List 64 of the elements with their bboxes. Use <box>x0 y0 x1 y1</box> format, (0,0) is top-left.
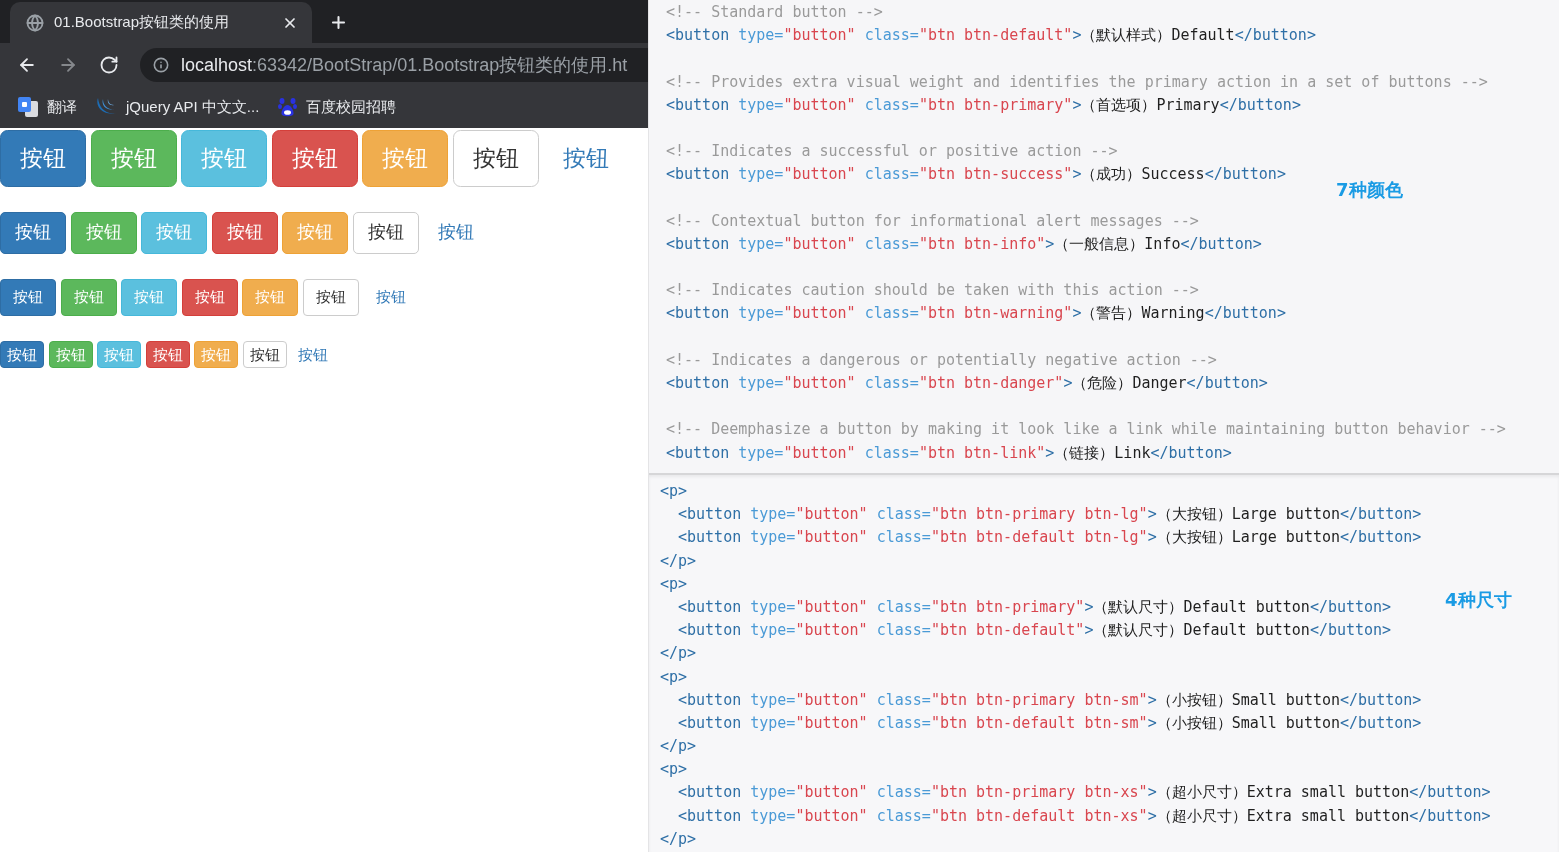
code-line: <button type="button" class="btn btn-primary">（首选项）Primary</button> <box>666 94 1301 116</box>
default-button[interactable]: 按钮 <box>352 212 419 254</box>
code-line: </p> <box>660 643 697 665</box>
success-button[interactable]: 按钮 <box>48 341 93 369</box>
code-line: <!-- Provides extra visual weight and identifies the primary action in a set of buttons --> <box>666 71 1488 93</box>
code-line: <p> <box>660 666 688 688</box>
code-line: <button type="button" class="btn btn-default btn-sm">（小按钮）Small button</button> <box>678 712 1422 734</box>
success-button[interactable]: 按钮 <box>90 130 177 187</box>
url-text: localhost:63342/BootStrap/01.Bootstrap按钮类的使用.ht <box>181 53 628 77</box>
link-button[interactable]: 按钮 <box>291 341 335 369</box>
code-line: <!-- Deemphasize a button by making it look like a link while maintaining button behavior --> <box>666 419 1506 441</box>
primary-button[interactable]: 按钮 <box>0 212 66 254</box>
code-line: <button type="button" class="btn btn-default btn-lg">（大按钮）Large button</button> <box>678 527 1422 549</box>
annotation-text: 7种颜色 <box>1336 179 1403 201</box>
default-button[interactable]: 按钮 <box>452 130 539 187</box>
code-line: <button type="button" class="btn btn-default">（默认样式）Default</button> <box>666 25 1316 47</box>
danger-button[interactable]: 按钮 <box>211 212 278 254</box>
paw-icon <box>278 97 298 117</box>
code-line: <button type="button" class="btn btn-primary btn-lg">（大按钮）Large button</button> <box>678 504 1422 526</box>
code-line: </p> <box>660 736 697 758</box>
primary-button[interactable]: 按钮 <box>0 341 44 369</box>
primary-button[interactable]: 按钮 <box>0 130 86 187</box>
code-line: <button type="button" class="btn btn-danger">（危险）Danger</button> <box>666 373 1268 394</box>
code-line: <p> <box>660 481 688 502</box>
code-line: </p> <box>660 828 697 850</box>
globe-icon <box>26 13 44 32</box>
link-button[interactable]: 按钮 <box>543 130 629 187</box>
code-line: <button type="button" class="btn btn-warning">（警告）Warning</button> <box>666 303 1286 325</box>
browser-tab[interactable]: 01.Bootstrap按钮类的使用 <box>10 2 312 43</box>
code-line: <!-- Indicates caution should be taken with this action --> <box>666 280 1199 302</box>
success-button[interactable]: 按钮 <box>60 278 117 317</box>
cards-icon <box>18 97 38 117</box>
code-line: </p> <box>660 550 697 572</box>
bookmark-item[interactable]: 翻译 <box>18 92 77 122</box>
code-line: <button type="button" class="btn btn-primary btn-sm">（小按钮）Small button</button> <box>678 689 1422 711</box>
code-line: <!-- Indicates a successful or positive action --> <box>666 141 1118 163</box>
success-button[interactable]: 按钮 <box>70 212 137 254</box>
link-button[interactable]: 按钮 <box>423 212 489 254</box>
default-button[interactable]: 按钮 <box>242 341 287 369</box>
code-line: <button type="button" class="btn btn-default btn-xs">（超小尺寸）Extra small button</button> <box>678 805 1491 827</box>
address-bar[interactable]: localhost:63342/BootStrap/01.Bootstrap按钮类的使用.ht <box>140 47 648 82</box>
link-button[interactable]: 按钮 <box>363 278 419 317</box>
bookmark-item[interactable]: 百度校园招聘 <box>278 92 397 122</box>
danger-button[interactable]: 按钮 <box>271 130 358 187</box>
code-line: <!-- Indicates a dangerous or potentially negative action --> <box>666 349 1217 371</box>
primary-button[interactable]: 按钮 <box>0 278 56 317</box>
code-line: <button type="button" class="btn btn-default">（默认尺寸）Default button</button> <box>678 620 1392 642</box>
code-line: <button type="button" class="btn btn-info">（一般信息）Info</button> <box>666 233 1262 255</box>
code-line: <button type="button" class="btn btn-link">（链接）Link</button> <box>666 442 1232 464</box>
code-line: <button type="button" class="btn btn-primary btn-xs">（超小尺寸）Extra small button</button> <box>678 782 1491 804</box>
annotation-text: 4种尺寸 <box>1445 589 1512 611</box>
danger-button[interactable]: 按钮 <box>181 278 238 317</box>
danger-button[interactable]: 按钮 <box>145 341 190 369</box>
code-line: <button type="button" class="btn btn-success">（成功）Success</button> <box>666 164 1286 186</box>
code-line: <p> <box>660 573 688 595</box>
plus-icon[interactable] <box>329 13 348 32</box>
default-button[interactable]: 按钮 <box>302 278 359 317</box>
bookmark-item[interactable]: jQuery API 中文文... <box>96 92 260 122</box>
info-icon[interactable] <box>153 56 169 73</box>
reload-icon[interactable] <box>99 54 119 75</box>
code-line: <!-- Standard button --> <box>666 2 883 23</box>
code-line: <p> <box>660 759 688 781</box>
code-line: <!-- Contextual button for informational alert messages --> <box>666 210 1199 232</box>
code-line: <button type="button" class="btn btn-primary">（默认尺寸）Default button</button> <box>678 596 1392 618</box>
